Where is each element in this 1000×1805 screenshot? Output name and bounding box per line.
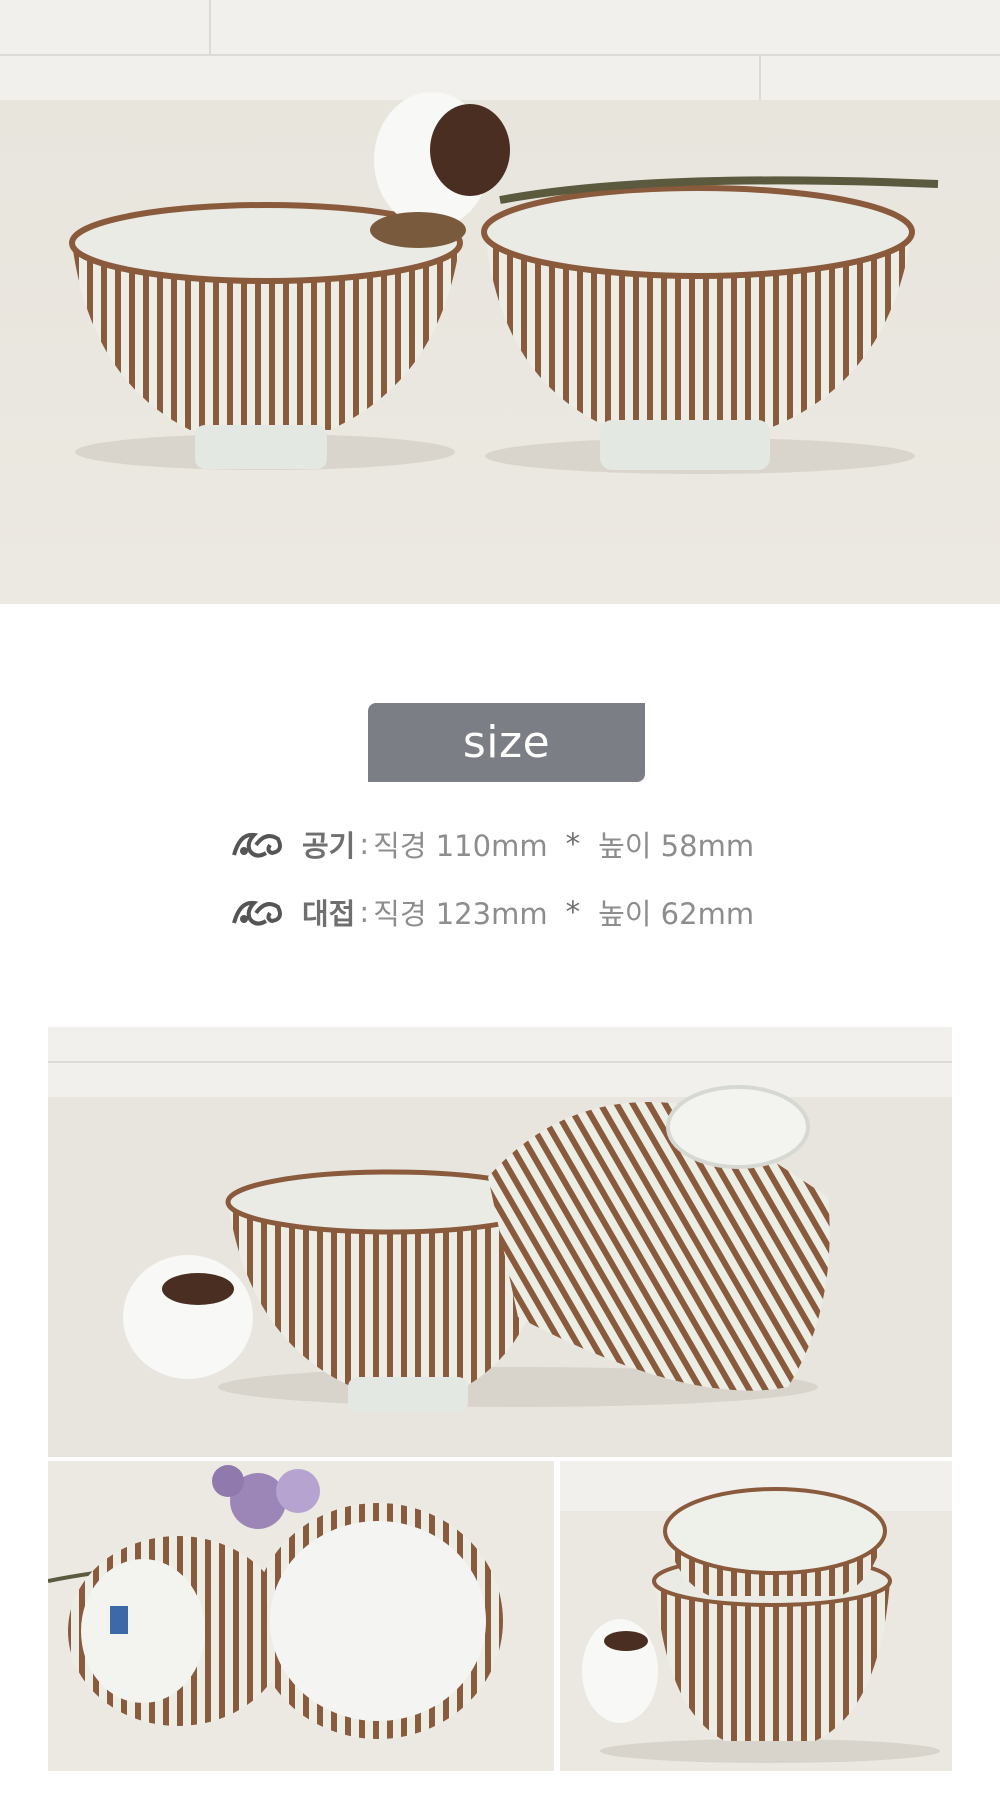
spec-name: 공기: [302, 829, 356, 863]
spec-multiply: *: [565, 895, 581, 929]
spec-height: 높이 58mm: [598, 829, 755, 863]
size-badge: size: [368, 703, 645, 782]
product-photo-3: [48, 1461, 554, 1771]
spec-row-large-bowl: 대접 : 직경 123mm * 높이 62mm: [230, 891, 754, 933]
product-photo-4: [560, 1461, 952, 1771]
hero-photo: [0, 0, 1000, 604]
spec-height: 높이 62mm: [598, 897, 755, 931]
spec-multiply: *: [565, 827, 581, 861]
spec-diameter: 직경 110mm: [373, 829, 548, 863]
spec-name: 대접: [302, 897, 356, 931]
ornament-icon: [232, 832, 282, 858]
spec-separator: :: [359, 827, 370, 861]
product-photo-2: [48, 1027, 952, 1457]
spec-separator: :: [359, 895, 370, 929]
ornament-icon: [232, 900, 282, 926]
spec-row-small-bowl: 공기 : 직경 110mm * 높이 58mm: [230, 823, 754, 865]
spec-diameter: 직경 123mm: [373, 897, 548, 931]
